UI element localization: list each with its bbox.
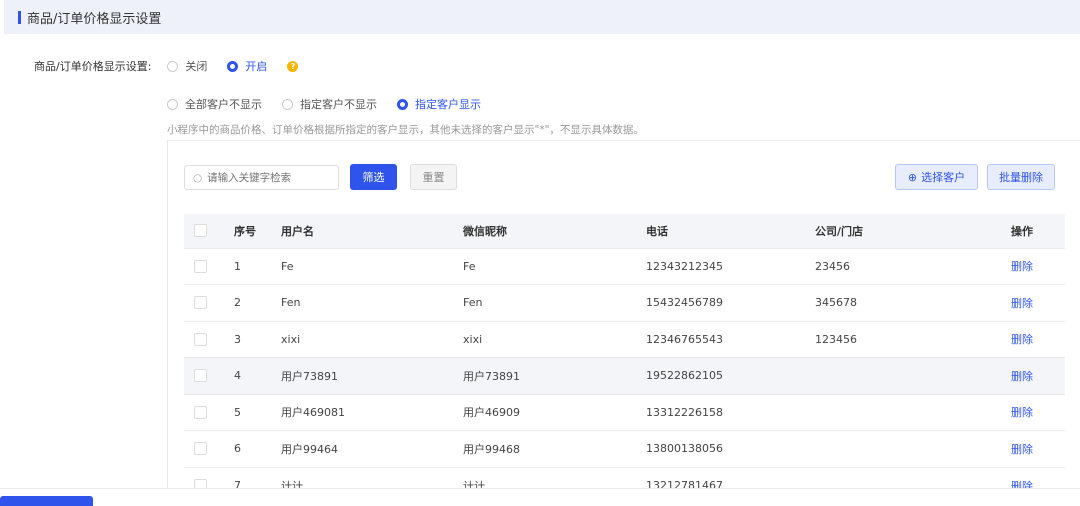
radio-on[interactable]: 开启 bbox=[227, 58, 267, 74]
customer-panel: ○ 筛选 重置 ⊕选择客户 批量删除 序号 用户名 微信昵称 电话 公司/门店 … bbox=[167, 140, 1080, 504]
cell-phone: 19522862105 bbox=[646, 357, 815, 394]
row-checkbox[interactable] bbox=[194, 369, 207, 383]
footer-bar bbox=[0, 488, 1080, 502]
cell-company bbox=[815, 357, 1011, 394]
cell-username: 用户99464 bbox=[281, 430, 463, 467]
table-row: 2 Fen Fen 15432456789 345678 删除 bbox=[184, 284, 1065, 321]
radio-off[interactable]: 关闭 bbox=[167, 58, 207, 74]
button-label: 选择客户 bbox=[921, 171, 966, 184]
table-row: 5 用户469081 用户46909 13312226158 删除 bbox=[184, 393, 1065, 431]
table-header: 序号 用户名 微信昵称 电话 公司/门店 操作 bbox=[184, 214, 1065, 248]
price-display-setting: 商品/订单价格显示设置: 关闭 开启 ? bbox=[34, 58, 299, 74]
cell-company: 123456 bbox=[815, 320, 1011, 358]
cell-company: 345678 bbox=[815, 284, 1011, 321]
row-checkbox[interactable] bbox=[194, 259, 207, 273]
col-nickname: 微信昵称 bbox=[463, 214, 646, 248]
cell-company bbox=[815, 430, 1011, 467]
cell-company: 23456 bbox=[815, 247, 1011, 285]
section-title: 商品/订单价格显示设置 bbox=[27, 11, 162, 27]
delete-link[interactable]: 删除 bbox=[1011, 406, 1033, 419]
radio-checked-icon bbox=[397, 98, 408, 110]
search-box[interactable]: ○ bbox=[184, 165, 339, 190]
table-row: 1 Fe Fe 12343212345 23456 删除 bbox=[184, 247, 1065, 285]
delete-link[interactable]: 删除 bbox=[1011, 333, 1033, 346]
cell-nickname: 用户99468 bbox=[463, 430, 646, 467]
customer-table: 序号 用户名 微信昵称 电话 公司/门店 操作 1 Fe Fe 12343212… bbox=[184, 214, 1065, 504]
cell-nickname: Fen bbox=[463, 284, 646, 321]
radio-icon bbox=[282, 98, 293, 110]
setting-label: 商品/订单价格显示设置: bbox=[34, 60, 152, 73]
cell-no: 5 bbox=[234, 393, 281, 431]
col-username: 用户名 bbox=[281, 214, 463, 248]
cell-nickname: 用户73891 bbox=[463, 357, 646, 394]
search-input[interactable] bbox=[207, 171, 328, 184]
radio-label: 全部客户不显示 bbox=[185, 98, 262, 111]
cell-phone: 12343212345 bbox=[646, 247, 815, 285]
table-row: 4 用户73891 用户73891 19522862105 删除 bbox=[184, 357, 1065, 394]
display-mode-group: 全部客户不显示 指定客户不显示 指定客户显示 bbox=[167, 96, 501, 112]
cell-phone: 12346765543 bbox=[646, 320, 815, 358]
table-row: 3 xixi xixi 12346765543 123456 删除 bbox=[184, 320, 1065, 358]
filter-button[interactable]: 筛选 bbox=[350, 164, 397, 190]
cell-username: 用户73891 bbox=[281, 357, 463, 394]
delete-link[interactable]: 删除 bbox=[1011, 370, 1033, 383]
cell-company bbox=[815, 393, 1011, 431]
radio-specified-hidden[interactable]: 指定客户不显示 bbox=[282, 96, 377, 112]
radio-label: 开启 bbox=[245, 60, 268, 73]
search-icon: ○ bbox=[193, 171, 203, 184]
cell-nickname: xixi bbox=[463, 320, 646, 358]
select-all-checkbox[interactable] bbox=[194, 224, 207, 238]
radio-label: 指定客户显示 bbox=[415, 98, 481, 111]
radio-checked-icon bbox=[227, 60, 239, 72]
help-icon[interactable]: ? bbox=[287, 60, 299, 72]
row-checkbox[interactable] bbox=[194, 405, 207, 419]
col-company: 公司/门店 bbox=[815, 214, 1011, 248]
cell-no: 1 bbox=[234, 247, 281, 285]
help-note: 小程序中的商品价格、订单价格根据所指定的客户显示，其他未选择的客户显示"*"，不… bbox=[167, 124, 644, 136]
cell-no: 6 bbox=[234, 430, 281, 467]
cell-phone: 13312226158 bbox=[646, 393, 815, 431]
radio-icon bbox=[167, 98, 178, 110]
delete-link[interactable]: 删除 bbox=[1011, 443, 1033, 456]
cell-nickname: 用户46909 bbox=[463, 393, 646, 431]
delete-link[interactable]: 删除 bbox=[1011, 260, 1033, 273]
cell-no: 4 bbox=[234, 357, 281, 394]
cell-username: 用户469081 bbox=[281, 393, 463, 431]
radio-icon bbox=[167, 60, 179, 72]
section-header: 商品/订单价格显示设置 bbox=[4, 0, 1080, 34]
batch-delete-button[interactable]: 批量删除 bbox=[987, 164, 1055, 190]
cell-username: xixi bbox=[281, 320, 463, 358]
table-row: 6 用户99464 用户99468 13800138056 删除 bbox=[184, 430, 1065, 467]
col-action: 操作 bbox=[1011, 214, 1065, 248]
cell-username: Fen bbox=[281, 284, 463, 321]
header-accent-bar bbox=[18, 10, 21, 24]
delete-link[interactable]: 删除 bbox=[1011, 297, 1033, 310]
row-checkbox[interactable] bbox=[194, 332, 207, 346]
cell-nickname: Fe bbox=[463, 247, 646, 285]
radio-all-hidden[interactable]: 全部客户不显示 bbox=[167, 96, 262, 112]
cell-phone: 15432456789 bbox=[646, 284, 815, 321]
cell-username: Fe bbox=[281, 247, 463, 285]
cell-no: 2 bbox=[234, 284, 281, 321]
radio-specified-shown[interactable]: 指定客户显示 bbox=[397, 96, 481, 112]
select-customer-button[interactable]: ⊕ 选择客户 bbox=[895, 164, 978, 190]
plus-circle-icon: ⊕ bbox=[907, 170, 918, 184]
radio-label: 关闭 bbox=[185, 60, 208, 73]
save-button[interactable] bbox=[0, 496, 93, 506]
col-no: 序号 bbox=[234, 214, 281, 248]
cell-no: 3 bbox=[234, 320, 281, 358]
row-checkbox[interactable] bbox=[194, 296, 207, 310]
reset-button[interactable]: 重置 bbox=[410, 164, 457, 190]
col-phone: 电话 bbox=[646, 214, 815, 248]
radio-label: 指定客户不显示 bbox=[300, 98, 377, 111]
cell-phone: 13800138056 bbox=[646, 430, 815, 467]
row-checkbox[interactable] bbox=[194, 442, 207, 456]
